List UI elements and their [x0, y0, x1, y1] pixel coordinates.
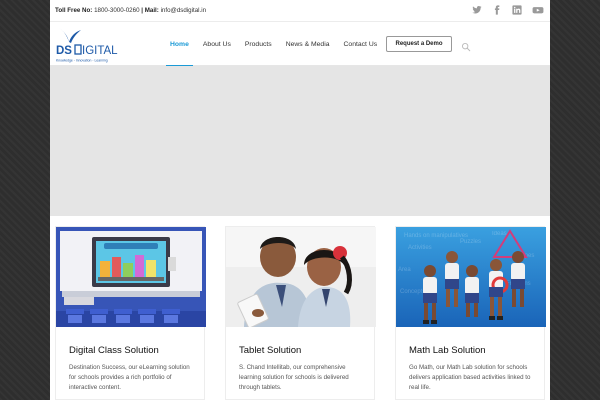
- digital-class-image: [56, 227, 206, 327]
- card-description: Destination Success, our eLearning solut…: [69, 364, 190, 391]
- nav-item-home[interactable]: Home: [166, 22, 193, 67]
- tablet-solution-image: [226, 227, 376, 327]
- svg-text:Area: Area: [398, 267, 411, 273]
- svg-text:IGITAL: IGITAL: [82, 45, 118, 57]
- hero-banner[interactable]: [50, 66, 550, 216]
- card-digital-class[interactable]: Digital Class Solution Destination Succe…: [55, 226, 206, 400]
- math-lab-image: Hands on manipulatives Activities Puzzle…: [396, 227, 546, 327]
- linkedin-icon[interactable]: [512, 5, 522, 15]
- svg-text:Puzzles: Puzzles: [460, 239, 481, 245]
- card-math-lab[interactable]: Hands on manipulatives Activities Puzzle…: [395, 226, 546, 400]
- mail-link[interactable]: info@dsdigital.in: [161, 7, 207, 14]
- nav-item-contact-us[interactable]: Contact Us: [340, 22, 382, 66]
- svg-text:Hands on manipulatives: Hands on manipulatives: [404, 233, 468, 239]
- nav-item-news-media[interactable]: News & Media: [282, 22, 334, 66]
- svg-text:Ideas: Ideas: [492, 231, 507, 237]
- svg-text:DS: DS: [56, 45, 72, 57]
- search-icon[interactable]: [461, 39, 471, 52]
- svg-text:Knowledge - Innovation - Learn: Knowledge - Innovation - Learning: [56, 59, 108, 63]
- solutions-cards: Digital Class Solution Destination Succe…: [55, 226, 546, 400]
- svg-text:Activities: Activities: [408, 245, 432, 251]
- card-title[interactable]: Tablet Solution: [239, 345, 301, 356]
- logo[interactable]: DS IGITAL Knowledge - Innovation - Learn…: [55, 24, 123, 64]
- page: Toll Free No: 1800-3000-0260 | Mail: inf…: [50, 0, 550, 400]
- card-description: S. Chand Intellitab, our comprehensive l…: [239, 364, 349, 391]
- nav-item-about-us[interactable]: About Us: [199, 22, 235, 66]
- nav-item-products[interactable]: Products: [241, 22, 276, 66]
- card-title[interactable]: Digital Class Solution: [69, 345, 159, 356]
- facebook-icon[interactable]: [492, 5, 502, 15]
- header: DS IGITAL Knowledge - Innovation - Learn…: [50, 22, 550, 67]
- contact-info: Toll Free No: 1800-3000-0260 | Mail: inf…: [55, 7, 206, 14]
- card-title[interactable]: Math Lab Solution: [409, 345, 486, 356]
- social-links: [472, 5, 544, 15]
- top-bar: Toll Free No: 1800-3000-0260 | Mail: inf…: [50, 0, 550, 22]
- mail-label: Mail:: [144, 7, 159, 14]
- toll-free-label: Toll Free No:: [55, 7, 93, 14]
- youtube-icon[interactable]: [532, 5, 544, 15]
- toll-free-number[interactable]: 1800-3000-0260: [94, 7, 139, 14]
- svg-text:Concepts: Concepts: [400, 289, 425, 295]
- request-demo-button[interactable]: Request a Demo: [386, 36, 452, 52]
- card-tablet[interactable]: Tablet Solution S. Chand Intellitab, our…: [225, 226, 376, 400]
- card-description: Go Math, our Math Lab solution for schoo…: [409, 364, 531, 391]
- contact-separator: |: [141, 7, 143, 14]
- main-nav: Home About Us Products News & Media Cont…: [166, 22, 387, 67]
- twitter-icon[interactable]: [472, 5, 482, 15]
